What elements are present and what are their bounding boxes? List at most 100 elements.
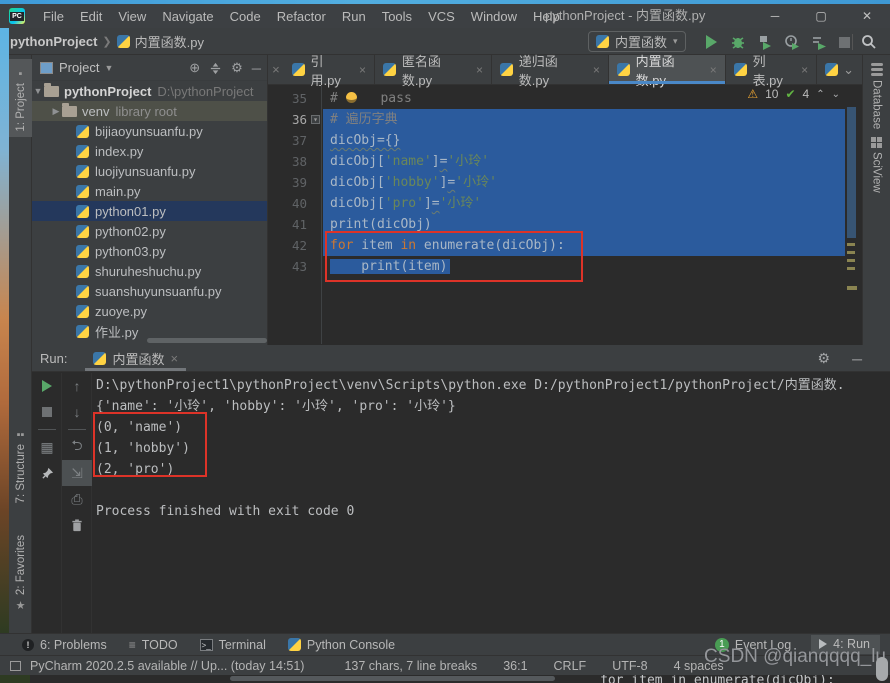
soft-wrap-button[interactable]: ⮌ xyxy=(62,434,92,460)
run-tab[interactable]: 内置函数 × xyxy=(89,345,182,371)
pin-tab-button[interactable] xyxy=(32,460,62,486)
up-stack-trace-button[interactable]: ↑ xyxy=(62,373,92,399)
inspection-widget[interactable]: ⚠ 10 ✔ 4 ⌃ ⌄ xyxy=(747,87,840,101)
editor-body[interactable]: 3536▾37383940414243 # pass# 遍历字典dicObj={… xyxy=(268,85,862,344)
menu-item-window[interactable]: Window xyxy=(463,9,525,24)
code-line[interactable]: dicObj={} xyxy=(323,130,845,151)
tree-row[interactable]: index.py xyxy=(32,141,267,161)
chevron-collapsed-icon[interactable]: ▶ xyxy=(50,106,62,117)
editor-tab[interactable]: 列表.py× xyxy=(726,55,817,84)
tool-tab-structure[interactable]: ▪▪ 7: Structure xyxy=(9,425,32,505)
menu-item-refactor[interactable]: Refactor xyxy=(269,9,334,24)
minimize-button[interactable]: ─ xyxy=(752,4,798,28)
menu-item-navigate[interactable]: Navigate xyxy=(154,9,221,24)
debug-button[interactable] xyxy=(727,31,749,53)
file-name: luojiyunsuanfu.py xyxy=(95,164,195,179)
menu-item-edit[interactable]: Edit xyxy=(72,9,110,24)
next-problem-icon[interactable]: ⌄ xyxy=(832,89,840,100)
tool-button-problems[interactable]: ! 6: Problems xyxy=(22,638,107,652)
tree-row[interactable]: bijiaoyunsuanfu.py xyxy=(32,121,267,141)
tool-button-todo[interactable]: ≡ TODO xyxy=(129,638,178,652)
menu-item-vcs[interactable]: VCS xyxy=(420,9,463,24)
tree-row[interactable]: ▶venvlibrary root xyxy=(32,101,267,121)
tab-close-icon[interactable]: × xyxy=(359,63,366,77)
maximize-button[interactable]: ▢ xyxy=(798,4,844,28)
close-icon[interactable]: × xyxy=(170,351,178,366)
hide-panel-icon[interactable]: ─ xyxy=(252,61,261,76)
console-output[interactable]: D:\pythonProject1\pythonProject\venv\Scr… xyxy=(96,375,886,522)
line-ending[interactable]: CRLF xyxy=(554,659,587,673)
editor-tab[interactable]: 内置函数.py× xyxy=(609,55,726,84)
tool-tab-database[interactable]: Database xyxy=(863,55,890,129)
hide-panel-icon[interactable]: ─ xyxy=(852,351,862,367)
print-button[interactable]: ⎙ xyxy=(62,486,92,512)
stop-process-button[interactable] xyxy=(32,399,62,425)
scrollbar-thumb[interactable] xyxy=(876,657,888,681)
menu-item-view[interactable]: View xyxy=(110,9,154,24)
code-line[interactable]: # 遍历字典 xyxy=(323,109,845,130)
tool-button-python-console[interactable]: Python Console xyxy=(288,638,395,652)
editor-tab[interactable]: 匿名函数.py× xyxy=(375,55,492,84)
clear-all-button[interactable] xyxy=(62,512,92,538)
settings-gear-icon[interactable]: ⚙ xyxy=(818,350,831,367)
tool-tab-project[interactable]: ▪ 1: Project xyxy=(9,59,32,137)
settings-gear-icon[interactable]: ⚙ xyxy=(231,60,243,76)
folder-name: venv xyxy=(82,104,109,119)
tree-row[interactable]: suanshuyunsuanfu.py xyxy=(32,281,267,301)
chevron-expanded-icon[interactable]: ▼ xyxy=(32,86,44,96)
fold-marker-icon[interactable]: ▾ xyxy=(311,115,320,124)
tree-row[interactable]: shuruheshuchu.py xyxy=(32,261,267,281)
run-anything-button[interactable] xyxy=(808,31,830,53)
down-stack-trace-button[interactable]: ↓ xyxy=(62,399,92,425)
search-everywhere-button[interactable] xyxy=(858,31,880,53)
menu-item-tools[interactable]: Tools xyxy=(374,9,420,24)
file-encoding[interactable]: UTF-8 xyxy=(612,659,647,673)
close-button[interactable]: ✕ xyxy=(844,4,890,28)
file-name: shuruheshuchu.py xyxy=(95,264,201,279)
tool-tab-sciview[interactable]: SciView xyxy=(863,129,890,193)
tree-row[interactable]: python03.py xyxy=(32,241,267,261)
tab-close-icon[interactable]: × xyxy=(593,63,600,77)
menu-item-run[interactable]: Run xyxy=(334,9,374,24)
menu-item-code[interactable]: Code xyxy=(222,9,269,24)
tree-row[interactable]: ▼pythonProjectD:\pythonProject xyxy=(32,81,267,101)
intention-bulb-icon[interactable] xyxy=(346,92,357,103)
tab-close-icon[interactable]: × xyxy=(476,63,483,77)
code-line[interactable]: dicObj['name']='小玲' xyxy=(323,151,845,172)
editor-scrollbar[interactable] xyxy=(846,85,857,344)
tab-label: 递归函数.py xyxy=(519,51,587,89)
rerun-button[interactable] xyxy=(32,373,62,399)
code-line[interactable]: dicObj['hobby']='小玲' xyxy=(323,172,845,193)
horizontal-scrollbar[interactable] xyxy=(230,676,555,681)
hidden-tabs-button[interactable]: ⌄ xyxy=(817,55,862,84)
editor-tab[interactable]: 递归函数.py× xyxy=(492,55,609,84)
tree-row[interactable]: zuoye.py xyxy=(32,301,267,321)
tab-close-icon[interactable]: × xyxy=(801,63,808,77)
menu-item-file[interactable]: File xyxy=(35,9,72,24)
tab-close-icon[interactable]: × xyxy=(710,63,717,77)
editor-tab[interactable]: 引用.py× xyxy=(284,55,375,84)
file-name: python03.py xyxy=(95,244,166,259)
project-panel-title[interactable]: Project xyxy=(59,60,99,75)
restore-layout-button[interactable]: ▦ xyxy=(32,434,62,460)
tree-row[interactable]: python02.py xyxy=(32,221,267,241)
horizontal-scrollbar[interactable] xyxy=(147,338,267,343)
tree-row[interactable]: luojiyunsuanfu.py xyxy=(32,161,267,181)
caret-position[interactable]: 36:1 xyxy=(503,659,527,673)
tree-row[interactable]: main.py xyxy=(32,181,267,201)
code-line[interactable]: dicObj['pro']='小玲' xyxy=(323,193,845,214)
collapse-all-icon[interactable] xyxy=(209,62,222,75)
tool-button-terminal[interactable]: >_ Terminal xyxy=(200,638,266,652)
tree-row[interactable]: python01.py xyxy=(32,201,267,221)
scrollbar-tick xyxy=(847,243,855,246)
scrolled-tab-close-icon[interactable]: × xyxy=(268,55,284,84)
python-file-icon xyxy=(76,325,89,338)
breadcrumb-file[interactable]: 内置函数.py xyxy=(135,32,204,51)
tool-tab-favorites[interactable]: 2: Favorites ★ xyxy=(9,530,32,620)
breadcrumb-project[interactable]: pythonProject xyxy=(10,34,97,49)
run-configuration-select[interactable]: 内置函数 ▾ xyxy=(588,31,686,52)
update-notification[interactable]: PyCharm 2020.2.5 available // Up... (tod… xyxy=(30,659,304,673)
prev-problem-icon[interactable]: ⌃ xyxy=(816,89,824,100)
locate-file-icon[interactable]: ⊕ xyxy=(189,60,200,76)
scroll-to-end-button[interactable]: ⇲ xyxy=(62,460,92,486)
